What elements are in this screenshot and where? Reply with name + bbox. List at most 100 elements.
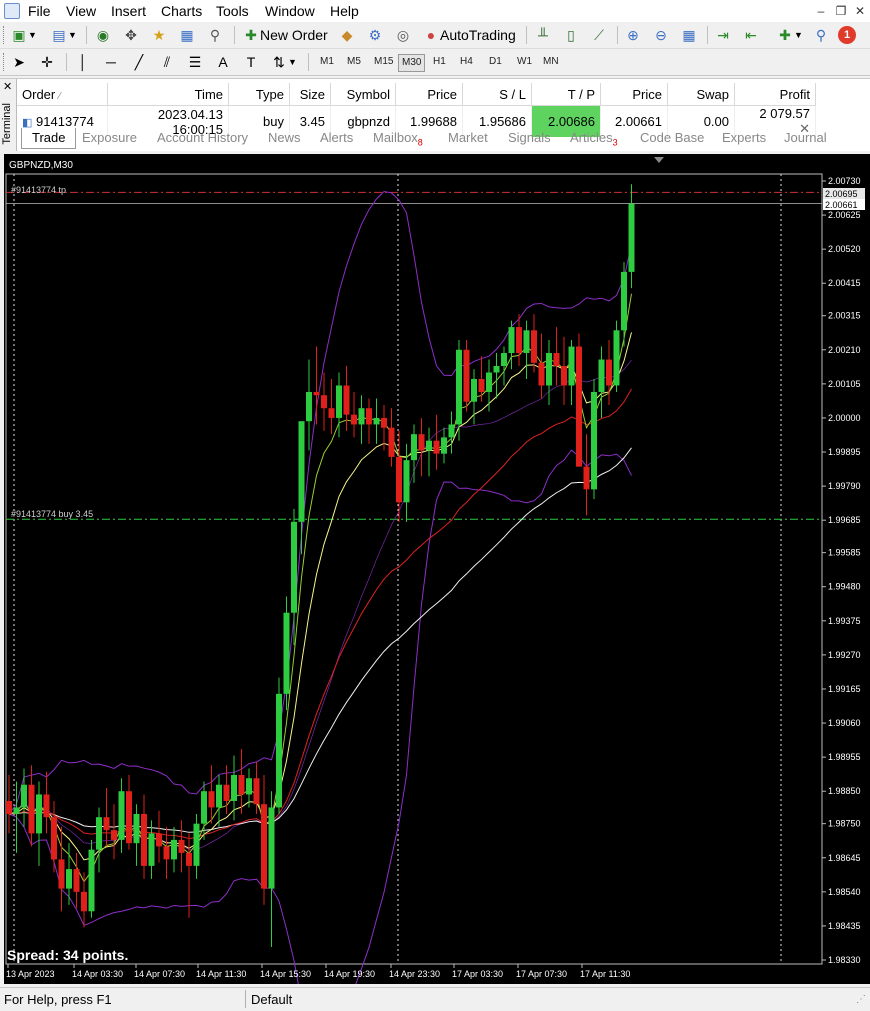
chart-symbol-label: GBPNZD,M30 [9, 160, 73, 171]
bar-chart-button[interactable]: ╨ [534, 25, 552, 45]
timeframe-mn[interactable]: MN [540, 54, 562, 70]
terminal-toggle-button[interactable]: ▦ [178, 25, 196, 45]
candle-body [336, 385, 342, 418]
minimize-icon[interactable]: – [814, 4, 828, 18]
timeframe-w1[interactable]: W1 [514, 54, 535, 70]
col-tp[interactable]: T / P [531, 83, 601, 106]
menu-charts[interactable]: Charts [161, 3, 202, 19]
tab-alerts[interactable]: Alerts [320, 128, 353, 148]
zoom-in-button[interactable]: ⊕ [624, 25, 642, 45]
chart-window[interactable]: GBPNZD,M30 #91413774 tp #91413774 buy 3.… [4, 154, 870, 1011]
col-time[interactable]: Time [107, 83, 229, 106]
col-profit[interactable]: Profit [734, 83, 816, 106]
timeframe-m30[interactable]: M30 [398, 54, 426, 72]
profiles-button[interactable]: ▤ ▼ [50, 25, 77, 45]
tab-market[interactable]: Market [448, 128, 488, 148]
menu-insert[interactable]: Insert [111, 3, 146, 19]
search-icon: ⚲ [815, 27, 827, 43]
timeframe-d1[interactable]: D1 [486, 54, 505, 70]
zoom-out-button[interactable]: ⊖ [652, 25, 670, 45]
channel-icon: ⫽ [163, 54, 171, 70]
indicators-button[interactable]: ✚ ▼ [776, 25, 803, 45]
equidistant-channel-tool[interactable]: ⫽ [158, 52, 176, 72]
menu-view[interactable]: View [66, 3, 96, 19]
terminal-close-icon[interactable]: ✕ [3, 80, 12, 93]
chart-shift-icon: ⇤ [745, 27, 757, 43]
col-sl[interactable]: S / L [462, 83, 532, 106]
market-watch-button[interactable]: ◉ [94, 25, 112, 45]
candle-body [246, 778, 252, 795]
tile-windows-button[interactable]: ▦ [680, 25, 698, 45]
price-scale-label: 1.98750 [828, 819, 861, 829]
col-current-price[interactable]: Price [600, 83, 668, 106]
col-symbol[interactable]: Symbol [330, 83, 396, 106]
navigator-button[interactable]: ✥ [122, 25, 140, 45]
candle-body [493, 366, 500, 373]
tab-articles[interactable]: Articles3 [570, 128, 618, 148]
chart-shift-button[interactable]: ⇤ [742, 25, 760, 45]
line-chart-button[interactable]: ⟋ [590, 25, 608, 45]
restore-icon[interactable]: ❐ [834, 4, 848, 18]
tab-experts[interactable]: Experts [722, 128, 766, 148]
tab-signals[interactable]: Signals [508, 128, 551, 148]
col-price[interactable]: Price [395, 83, 463, 106]
autotrading-button[interactable]: ● AutoTrading [422, 25, 516, 45]
candle-body [66, 869, 72, 889]
cursor-tool[interactable]: ➤ [10, 52, 28, 72]
resize-grip-icon: ⋰ [856, 994, 866, 1005]
tab-account-history[interactable]: Account History [157, 128, 248, 148]
tab-news[interactable]: News [268, 128, 301, 148]
close-icon[interactable]: ✕ [853, 4, 867, 18]
crosshair-tool[interactable]: ✛ [38, 52, 56, 72]
text-tool[interactable]: A [214, 52, 232, 72]
new-chart-button[interactable]: ▣ ▼ [10, 25, 37, 45]
col-size[interactable]: Size [289, 83, 331, 106]
signals-button[interactable]: ⚙ [366, 25, 384, 45]
candle-body [403, 460, 410, 503]
notifications-button[interactable]: 1 [838, 25, 856, 45]
candle-body [523, 330, 530, 354]
tab-journal[interactable]: Journal [784, 128, 827, 148]
data-window-button[interactable]: ★ [150, 25, 168, 45]
strategy-tester-button[interactable]: ⚲ [206, 25, 224, 45]
tab-code-base[interactable]: Code Base [640, 128, 704, 148]
tab-exposure[interactable]: Exposure [82, 128, 137, 148]
col-swap[interactable]: Swap [667, 83, 735, 106]
fibonacci-tool[interactable]: ☰ [186, 52, 204, 72]
tab-trade[interactable]: Trade [21, 128, 77, 149]
menu-help[interactable]: Help [330, 3, 359, 19]
metaeditor-button[interactable]: ◆ [338, 25, 356, 45]
price-chart[interactable]: GBPNZD,M30 #91413774 tp #91413774 buy 3.… [4, 154, 870, 1011]
col-order[interactable]: Order ⁄ [17, 83, 108, 106]
candle-body [298, 421, 305, 522]
new-order-button[interactable]: ✚ New Order [242, 25, 328, 45]
tab-mailbox[interactable]: Mailbox8 [373, 128, 423, 148]
timeframe-m1[interactable]: M1 [317, 54, 337, 70]
horizontal-line-tool[interactable]: ─ [102, 52, 120, 72]
text-label-tool[interactable]: T [242, 52, 260, 72]
timeframe-h4[interactable]: H4 [457, 54, 476, 70]
candle-body [433, 440, 440, 454]
menu-file[interactable]: File [28, 3, 51, 19]
notification-badge-icon: 1 [838, 26, 856, 44]
candle-chart-button[interactable]: ▯ [562, 25, 580, 45]
candle-body [486, 372, 492, 392]
menu-window[interactable]: Window [265, 3, 315, 19]
candle-body [81, 891, 87, 912]
candle-body [396, 456, 402, 503]
timeframe-m5[interactable]: M5 [344, 54, 364, 70]
col-type[interactable]: Type [228, 83, 290, 106]
vertical-line-tool[interactable]: │ [74, 52, 92, 72]
fibonacci-icon: ☰ [188, 54, 202, 70]
cursor-icon: ➤ [13, 54, 25, 70]
arrows-tool[interactable]: ⇅ ▼ [270, 52, 297, 72]
trendline-tool[interactable]: ╱ [130, 52, 148, 72]
menu-tools[interactable]: Tools [216, 3, 249, 19]
autoscroll-button[interactable]: ⇥ [714, 25, 732, 45]
price-scale-label: 2.00415 [828, 278, 861, 288]
vps-button[interactable]: ◎ [394, 25, 412, 45]
timeframe-h1[interactable]: H1 [430, 54, 449, 70]
timeframe-m15[interactable]: M15 [371, 54, 396, 70]
search-button[interactable]: ⚲ [812, 25, 830, 45]
bollinger-middle-line [8, 359, 632, 850]
